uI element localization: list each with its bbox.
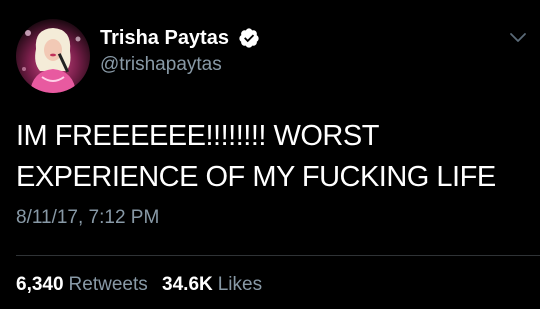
tweet-text: IM FREEEEEE!!!!!!!! WORST EXPERIENCE OF … [16,120,496,193]
handle[interactable]: @trishapaytas [100,54,222,76]
divider [16,255,540,256]
chevron-down-icon[interactable] [509,30,527,44]
display-name[interactable]: Trisha Paytas [100,27,229,50]
likes-label: Likes [217,274,263,295]
likes-link[interactable]: 34.6K Likes [162,274,271,295]
avatar[interactable] [16,19,90,93]
retweets-count: 6,340 [16,274,64,295]
retweets-link[interactable]: 6,340 Retweets [16,274,162,295]
verified-badge-icon [239,28,259,48]
likes-count: 34.6K [162,274,213,295]
tweet-timestamp[interactable]: 8/11/17, 7:12 PM [16,207,159,229]
retweets-label: Retweets [68,274,148,295]
profile-photo-icon [16,19,90,93]
tweet-stats: 6,340 Retweets 34.6K Likes [16,274,271,296]
